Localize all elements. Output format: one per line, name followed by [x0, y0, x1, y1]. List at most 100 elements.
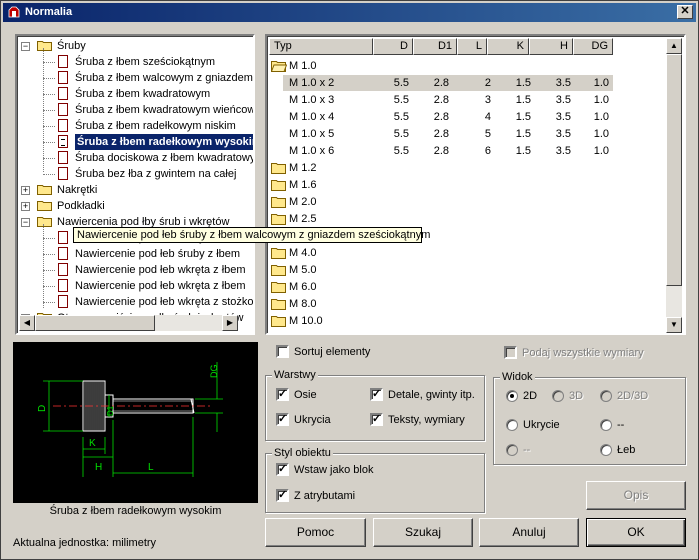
- table-row[interactable]: M 8.0: [269, 296, 669, 312]
- document-icon: [58, 119, 68, 132]
- insert-block-checkbox[interactable]: ✓: [276, 463, 289, 476]
- table-row[interactable]: M 1.0 x 5 5.5 2.8 5 1.5 3.5 1.0: [269, 126, 669, 142]
- help-button[interactable]: Pomoc: [265, 518, 366, 547]
- all-dimensions-checkbox[interactable]: [504, 346, 517, 359]
- view-2d3d-radio[interactable]: [600, 390, 612, 402]
- view-option-radio-2[interactable]: [506, 444, 518, 456]
- row-type: M 12.0: [289, 330, 323, 333]
- view-2d-radio[interactable]: [506, 390, 518, 402]
- axes-checkbox[interactable]: ✓: [276, 388, 289, 401]
- category-tree[interactable]: − Śruby Śruba z łbem sześciokątnym Śruba z …: [15, 34, 255, 335]
- description-button[interactable]: Opis: [586, 481, 686, 510]
- texts-checkbox[interactable]: ✓: [370, 413, 383, 426]
- column-header-k[interactable]: K: [487, 38, 529, 55]
- table-row[interactable]: M 1.0 x 6 5.5 2.8 6 1.5 3.5 1.0: [269, 143, 669, 159]
- scroll-left-icon[interactable]: ◀: [19, 315, 35, 331]
- tree-item[interactable]: Śruba z łbem radełkowym wysokim: [17, 134, 253, 150]
- attributes-checkbox[interactable]: ✓: [276, 489, 289, 502]
- view-option-label-1: --: [617, 419, 625, 431]
- tree-item[interactable]: + Nakrętki: [17, 182, 253, 198]
- tree-item[interactable]: Śruba z łbem radełkowym niskim: [17, 118, 253, 134]
- view-3d-radio[interactable]: [552, 390, 564, 402]
- table-row[interactable]: M 1.0: [269, 58, 669, 74]
- table-row[interactable]: M 1.0 x 4 5.5 2.8 4 1.5 3.5 1.0: [269, 109, 669, 125]
- tree-connector: [43, 158, 55, 159]
- view-option-label-2: --: [523, 444, 531, 456]
- view-title: Widok: [500, 370, 535, 384]
- document-icon: [58, 231, 68, 244]
- hidden-lines-checkbox[interactable]: ✓: [276, 413, 289, 426]
- table-row[interactable]: M 1.6: [269, 177, 669, 193]
- column-header-d1[interactable]: D1: [413, 38, 457, 55]
- row-type: M 10.0: [289, 315, 323, 327]
- table-row[interactable]: M 1.2: [269, 160, 669, 176]
- view-2d3d-label: 2D/3D: [617, 390, 649, 402]
- document-icon: [58, 167, 68, 180]
- row-type: M 2.5: [289, 213, 317, 225]
- table-row[interactable]: M 12.0: [269, 330, 669, 333]
- column-header-h[interactable]: H: [529, 38, 573, 55]
- folder-icon: [37, 40, 52, 51]
- dimension-table[interactable]: ▲ ▼ Typ D D1 L K H DG M 1.0 M 1.0 x 2 5.5 2.8 2 1.5 3…: [265, 34, 686, 335]
- tree-connector: [43, 238, 55, 239]
- view-head-radio[interactable]: [600, 444, 612, 456]
- tree-horizontal-scrollbar[interactable]: ◀ ▶: [19, 315, 238, 331]
- tree-item[interactable]: + Podkładki: [17, 198, 253, 214]
- ok-button[interactable]: OK: [586, 518, 686, 547]
- sort-elements-checkbox[interactable]: [276, 345, 289, 358]
- details-checkbox[interactable]: ✓: [370, 388, 383, 401]
- tree-item[interactable]: − Śruby: [17, 38, 253, 54]
- table-row[interactable]: M 6.0: [269, 279, 669, 295]
- layers-group: Warstwy ✓ Osie ✓ Ukrycia ✓ Detale, gwint…: [265, 368, 485, 441]
- column-header-typ[interactable]: Typ: [269, 38, 373, 55]
- table-row[interactable]: M 10.0: [269, 313, 669, 329]
- scroll-thumb[interactable]: [35, 315, 155, 331]
- tree-item[interactable]: Śruba z łbem kwadratowym wieńcowym: [17, 102, 253, 118]
- layers-title: Warstwy: [272, 368, 318, 382]
- table-row[interactable]: M 1.0 x 2 5.5 2.8 2 1.5 3.5 1.0: [283, 75, 613, 91]
- tree-item-label: Śruba z łbem sześciokątnym: [75, 56, 215, 68]
- row-cell-d: 5.5: [393, 77, 409, 89]
- tree-item[interactable]: Śruba z łbem walcowym z gniazdem: [17, 70, 253, 86]
- search-button[interactable]: Szukaj: [373, 518, 473, 547]
- document-icon: [58, 55, 68, 68]
- folder-icon: [271, 332, 287, 333]
- table-row[interactable]: M 4.0: [269, 245, 669, 261]
- row-cell-h: 3.5: [555, 77, 571, 89]
- tree-item[interactable]: Nawiercenie pod łeb wkręta z łbem: [17, 278, 253, 294]
- row-type: M 1.0 x 6: [289, 145, 335, 157]
- cancel-button[interactable]: Anuluj: [479, 518, 579, 547]
- row-type: M 1.0 x 2: [289, 77, 335, 89]
- tree-item[interactable]: Śruba dociskowa z łbem kwadratowym: [17, 150, 253, 166]
- document-icon: [58, 87, 68, 100]
- expand-icon[interactable]: +: [21, 202, 30, 211]
- tree-item[interactable]: Śruba z łbem kwadratowym: [17, 86, 253, 102]
- column-header-l[interactable]: L: [457, 38, 487, 55]
- table-row[interactable]: M 2.0: [269, 194, 669, 210]
- scroll-up-icon[interactable]: ▲: [666, 38, 682, 54]
- table-row[interactable]: M 1.0 x 3 5.5 2.8 3 1.5 3.5 1.0: [269, 92, 669, 108]
- close-button[interactable]: ✕: [677, 5, 693, 19]
- insert-block-label: Wstaw jako blok: [294, 464, 374, 476]
- row-cell-dg: 1.0: [593, 128, 609, 140]
- view-hidden-radio[interactable]: [506, 419, 518, 431]
- table-row[interactable]: M 2.5: [269, 211, 669, 227]
- column-header-d[interactable]: D: [373, 38, 413, 55]
- document-icon: [58, 279, 68, 292]
- row-cell-l: 2: [484, 77, 491, 89]
- scroll-right-icon[interactable]: ▶: [222, 315, 238, 331]
- collapse-icon[interactable]: −: [21, 218, 30, 227]
- tree-item[interactable]: Śruba z łbem sześciokątnym: [17, 54, 253, 70]
- tree-connector: [43, 254, 55, 255]
- view-option-radio-1[interactable]: [600, 419, 612, 431]
- tree-item[interactable]: Nawiercenie pod łeb wkręta z łbem: [17, 262, 253, 278]
- tree-item[interactable]: Nawiercenie pod łeb śruby z łbem: [17, 246, 253, 262]
- tree-item[interactable]: Śruba bez łba z gwintem na całej: [17, 166, 253, 182]
- expand-icon[interactable]: +: [21, 186, 30, 195]
- tree-item[interactable]: Nawiercenie pod łeb wkręta z stożkowym: [17, 294, 253, 310]
- column-header-dg[interactable]: DG: [573, 38, 613, 55]
- collapse-icon[interactable]: −: [21, 42, 30, 51]
- document-icon: [58, 71, 68, 84]
- row-type: M 8.0: [289, 298, 317, 310]
- table-row[interactable]: M 5.0: [269, 262, 669, 278]
